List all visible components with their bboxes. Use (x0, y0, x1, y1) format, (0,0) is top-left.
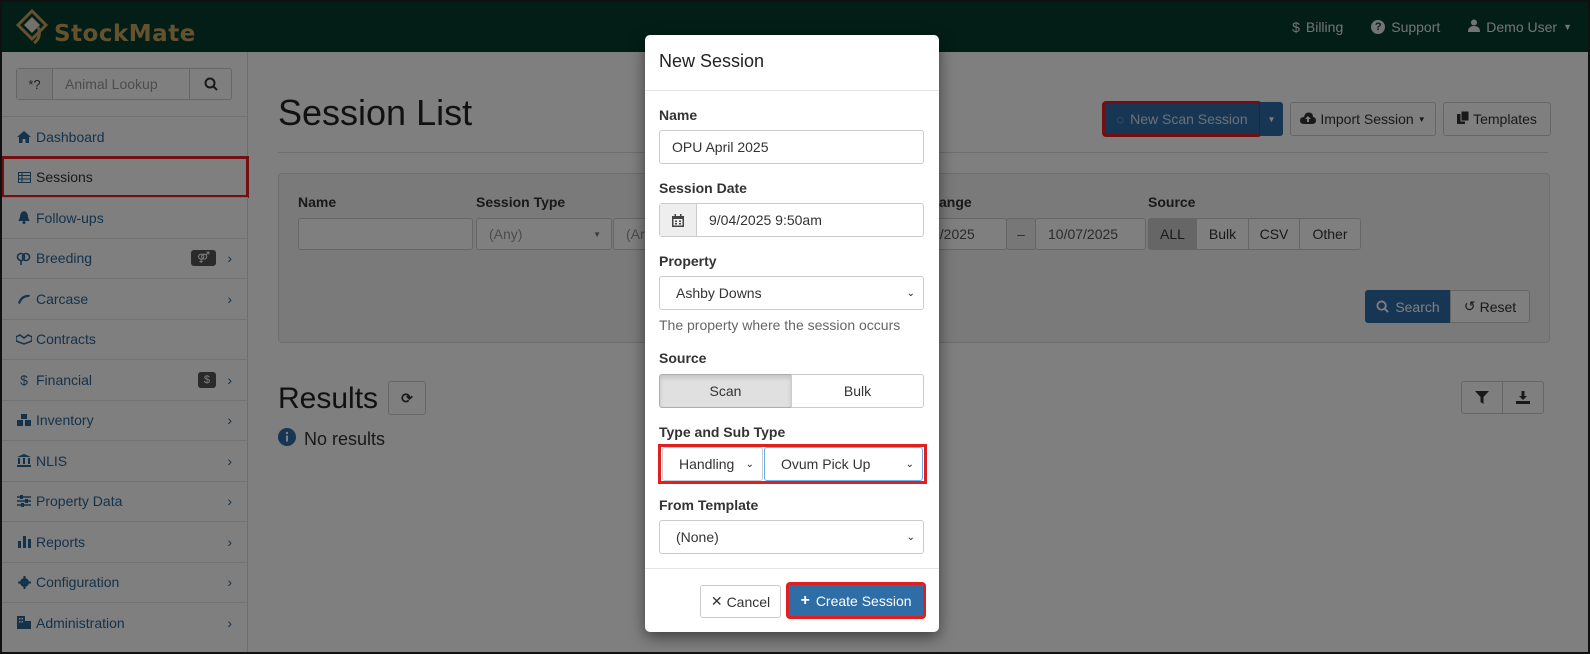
cancel-label: Cancel (726, 593, 771, 610)
type-value: Handling (679, 456, 735, 472)
chevron-down-icon: ⌄ (906, 531, 915, 543)
source-bulk-label: Bulk (843, 383, 872, 399)
modal-footer-divider (645, 568, 939, 569)
property-help-text: The property where the session occurs (659, 317, 901, 333)
subtype-value: Ovum Pick Up (781, 456, 871, 472)
plus-icon: + (800, 591, 810, 609)
name-label: Name (659, 107, 698, 123)
property-select[interactable]: Ashby Downs ⌄ (659, 276, 924, 310)
modal-title: New Session (659, 51, 765, 71)
type-subtype-label: Type and Sub Type (659, 424, 786, 440)
chevron-down-icon: ⌄ (745, 458, 754, 470)
from-template-label: From Template (659, 497, 759, 513)
template-select[interactable]: (None) ⌄ (659, 520, 924, 554)
property-label: Property (659, 253, 717, 269)
cancel-button[interactable]: ✕ Cancel (700, 585, 781, 618)
calendar-icon[interactable] (660, 204, 697, 236)
subtype-select[interactable]: Ovum Pick Up ⌄ (764, 447, 923, 481)
source-scan-label: Scan (709, 383, 742, 399)
source-label: Source (659, 350, 707, 366)
chevron-down-icon: ⌄ (906, 287, 915, 299)
session-date-input[interactable]: 9/04/2025 9:50am (659, 203, 924, 237)
session-date-label: Session Date (659, 180, 747, 196)
chevron-down-icon: ⌄ (905, 458, 914, 470)
source-bulk-button[interactable]: Bulk (791, 374, 924, 408)
name-value: OPU April 2025 (672, 139, 769, 155)
property-value: Ashby Downs (676, 285, 762, 301)
create-session-label: Create Session (815, 592, 912, 609)
session-date-value: 9/04/2025 9:50am (709, 212, 822, 228)
source-scan-button[interactable]: Scan (659, 374, 792, 408)
new-session-modal: New Session Name OPU April 2025 Session … (645, 35, 939, 632)
template-value: (None) (676, 529, 719, 545)
name-input[interactable]: OPU April 2025 (659, 130, 924, 164)
close-icon: ✕ (710, 593, 723, 609)
modal-header-divider (645, 90, 939, 91)
app-window: StockMate $ Billing ? Support Demo User … (0, 0, 1590, 654)
create-session-button[interactable]: + Create Session (786, 582, 926, 619)
type-select[interactable]: Handling ⌄ (662, 447, 763, 481)
